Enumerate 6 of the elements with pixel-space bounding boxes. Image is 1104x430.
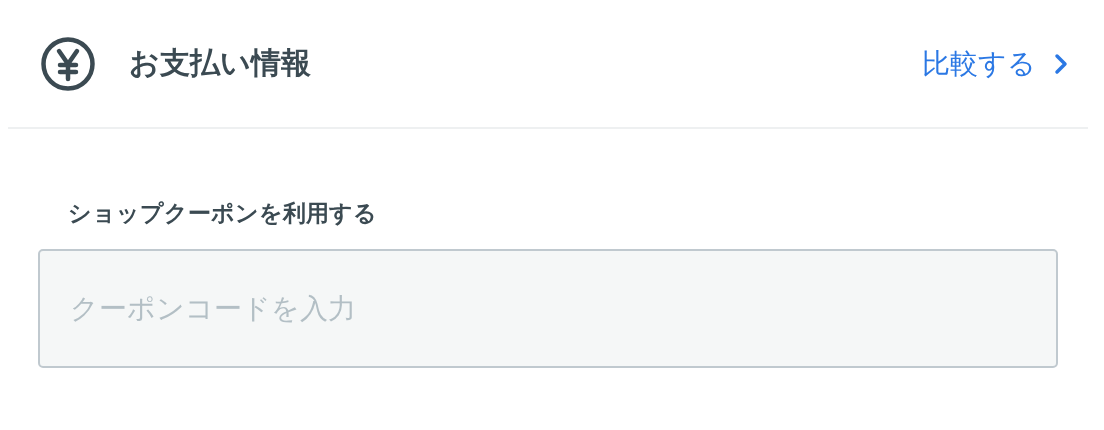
yen-icon [40, 35, 96, 92]
coupon-code-field[interactable]: クーポンコードを入力 [38, 249, 1058, 368]
section-title: お支払い情報 [129, 44, 312, 82]
field-label: ショップクーポンを利用する [68, 199, 377, 228]
compare-link[interactable]: 比較する [922, 44, 1068, 83]
chevron-right-icon [1054, 52, 1068, 75]
